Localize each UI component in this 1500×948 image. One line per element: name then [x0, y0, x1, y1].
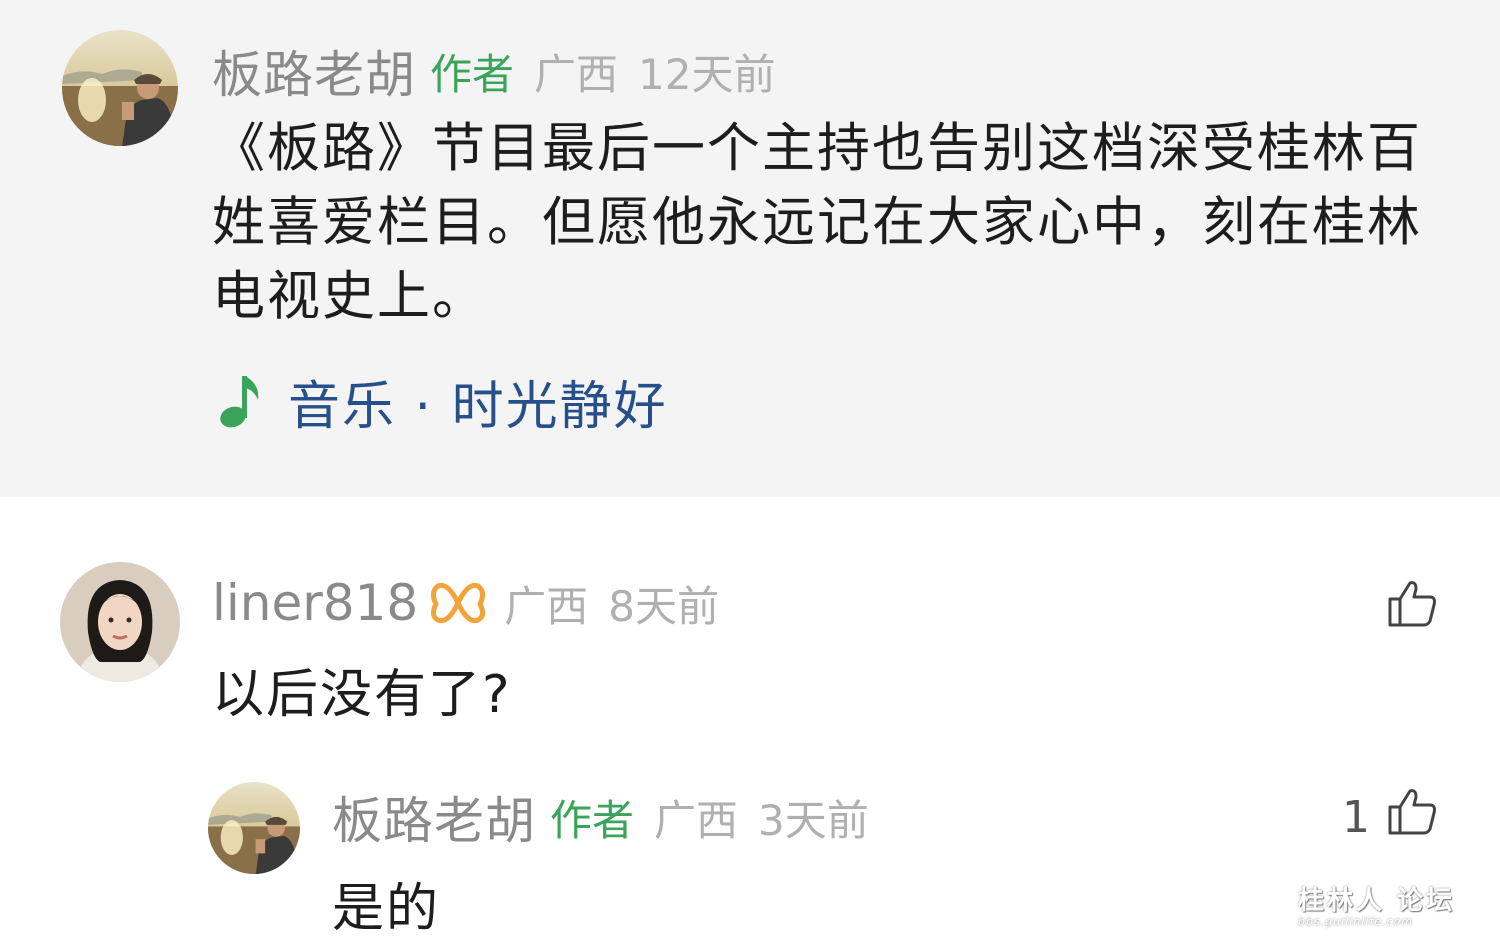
author-tag: 作者	[550, 795, 635, 845]
thumbs-up-icon[interactable]	[1386, 577, 1438, 629]
timestamp: 3天前	[758, 795, 869, 845]
region-label: 广西	[534, 49, 619, 99]
timestamp: 8天前	[608, 581, 719, 631]
region-label: 广西	[654, 795, 739, 845]
commenter-name[interactable]: liner818	[212, 574, 418, 632]
music-note-icon	[220, 376, 259, 428]
author-name[interactable]: 板路老胡	[212, 35, 416, 107]
thumbs-up-icon[interactable]	[1386, 785, 1438, 837]
post-header: 板路老胡 作者 广西 12天前	[212, 40, 776, 104]
music-title: 音乐 · 时光静好	[288, 376, 668, 437]
timestamp: 12天前	[638, 49, 776, 99]
commenter-avatar[interactable]	[60, 562, 180, 682]
comment-text: 以后没有了?	[212, 665, 512, 725]
forum-watermark: 桂林人 论坛 bbs.guilinlife.com	[1298, 880, 1458, 932]
author-post: 板路老胡 作者 广西 12天前 《板路》节目最后一个主持也告别这档深受桂林百姓喜…	[0, 0, 1500, 497]
comment-thread: 板路老胡 作者 广西 12天前 《板路》节目最后一个主持也告别这档深受桂林百姓喜…	[0, 0, 1500, 948]
post-text: 《板路》节目最后一个主持也告别这档深受桂林百姓喜爱栏目。但愿他永远记在大家心中，…	[212, 118, 1422, 327]
reply-author-name[interactable]: 板路老胡	[332, 781, 536, 853]
reply-text: 是的	[332, 879, 441, 939]
butterfly-badge-icon	[431, 582, 486, 624]
watermark-title: 桂林人 论坛	[1298, 886, 1456, 916]
region-label: 广西	[504, 581, 589, 631]
comment-header: liner818 广西 8天前	[212, 572, 719, 634]
like-count: 1	[1342, 792, 1370, 843]
music-link[interactable]: 音乐 · 时光静好	[218, 366, 668, 437]
reply-author-avatar[interactable]	[208, 782, 300, 874]
author-avatar[interactable]	[62, 30, 178, 146]
author-tag: 作者	[430, 49, 515, 99]
reply-header: 板路老胡 作者 广西 3天前	[332, 786, 869, 850]
